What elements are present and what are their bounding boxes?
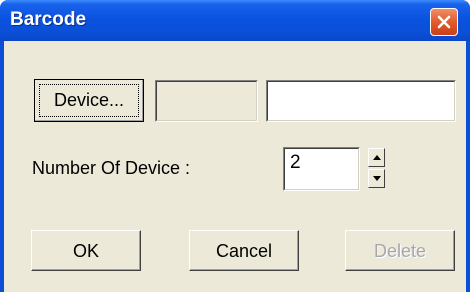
device-readonly-inner — [156, 81, 257, 121]
device-readonly-field — [155, 80, 258, 122]
spin-up-button[interactable] — [368, 148, 385, 167]
ok-button-label: OK — [72, 241, 99, 261]
ok-button[interactable]: OK — [31, 230, 141, 271]
barcode-dialog: Barcode Device... Number Of Device : 2 O… — [0, 0, 470, 292]
close-icon — [437, 15, 451, 29]
number-of-device-label: Number Of Device : — [32, 158, 191, 178]
cancel-button[interactable]: Cancel — [189, 230, 299, 271]
device-button-label: Device... — [53, 90, 125, 110]
cancel-button-label: Cancel — [215, 241, 273, 261]
device-text-field[interactable] — [266, 80, 456, 122]
device-button[interactable]: Device... — [34, 79, 144, 122]
device-text-inner — [267, 81, 455, 121]
title-bar[interactable]: Barcode — [0, 0, 470, 41]
number-of-device-input[interactable]: 2 — [283, 147, 360, 191]
window-title: Barcode — [10, 9, 87, 30]
chevron-down-icon — [373, 176, 381, 181]
number-of-device-value: 2 — [290, 152, 301, 173]
chevron-up-icon — [373, 155, 381, 160]
delete-button[interactable]: Delete — [345, 230, 455, 271]
spin-down-button[interactable] — [368, 169, 385, 188]
delete-button-label: Delete — [373, 241, 427, 261]
dialog-body: Device... Number Of Device : 2 OK Cancel… — [4, 41, 466, 292]
close-button[interactable] — [430, 8, 458, 36]
